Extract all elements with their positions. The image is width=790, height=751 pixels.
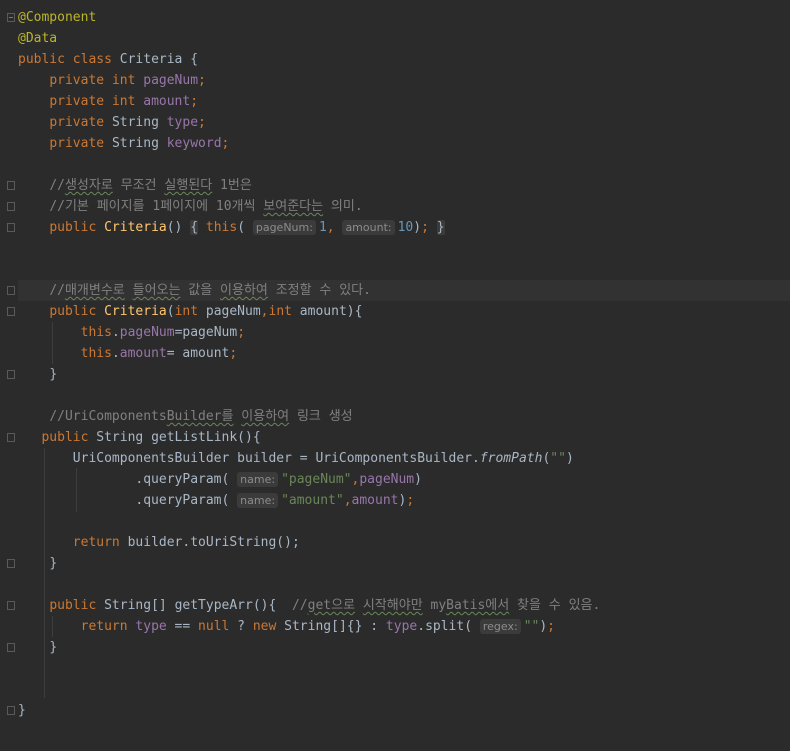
code-editor[interactable]: 💡 @Component @Data public class Criteria… [0,0,790,751]
param-hint: name: [237,493,279,508]
code-line: private int pageNum; [49,73,206,88]
annotation: @Data [18,31,58,46]
fold-marker-icon[interactable] [7,370,15,379]
param-hint: regex: [479,619,521,634]
code-line: public Criteria() { this( pageNum: 1, amo… [49,220,445,235]
code-line: private String type; [49,115,206,130]
code-line: } [49,556,58,571]
class-name: Criteria [119,52,183,67]
param-hint: amount: [342,220,395,235]
field: type [166,115,199,130]
code-line: return type == null ? new String[]{} : t… [80,619,555,634]
keyword: class [72,52,112,67]
code-comment: //기본 페이지를 1페이지에 10개씩 보여준다는 의미. [49,199,363,214]
keyword: private [49,136,105,151]
fold-marker-icon[interactable] [7,13,15,22]
code-line: private String keyword; [49,136,230,151]
code-line: public Criteria(int pageNum,int amount){ [49,304,363,319]
code-line: private int amount; [49,94,199,109]
code-line: return builder.toUriString(); [72,535,300,550]
keyword: private [49,115,105,130]
code-line: UriComponentsBuilder builder = UriCompon… [72,451,574,466]
code-line: @Data [18,28,790,49]
code-line: this.amount= amount; [80,346,238,361]
fold-marker-icon[interactable] [7,307,15,316]
fold-marker-icon[interactable] [7,643,15,652]
fold-marker-icon[interactable] [7,223,15,232]
fold-marker-icon[interactable] [7,181,15,190]
code-comment: //UriComponentsBuilder를 이용하여 링크 생성 [49,409,353,424]
code-line: } [49,640,58,655]
method-name: Criteria [104,220,167,235]
method-name: Criteria [104,304,167,319]
code-line: } [49,367,58,382]
method-name: getListLink [151,430,238,445]
keyword: int [111,94,136,109]
code-line: .queryParam( name: "pageNum",pageNum) [135,472,422,487]
keyword: private [49,94,105,109]
code-line: public String[] getTypeArr(){ //get으로 시작… [49,598,601,613]
fold-marker-icon[interactable] [7,286,15,295]
code-comment: //생성자로 무조건 실행된다 1번은 [49,178,252,193]
fold-marker-icon[interactable] [7,202,15,211]
fold-marker-icon[interactable] [7,601,15,610]
keyword: int [111,73,136,88]
param-hint: pageNum: [252,220,316,235]
code-line: } [18,703,26,718]
fold-marker-icon[interactable] [7,706,15,715]
code-line: .queryParam( name: "amount",amount); [135,493,415,508]
annotation: @Component [18,10,97,25]
keyword: private [49,73,105,88]
code-line: this.pageNum=pageNum; [80,325,246,340]
param-hint: name: [237,472,279,487]
type-name: String [111,136,159,151]
fold-marker-icon[interactable] [7,433,15,442]
code-comment: //매개변수로 들어오는 값을 이용하여 조정할 수 있다. [18,280,790,301]
field: pageNum [143,73,199,88]
method-name: getTypeArr [174,598,253,613]
fold-marker-icon[interactable] [7,559,15,568]
type-name: String [111,115,159,130]
field: keyword [166,136,222,151]
field: amount [143,94,191,109]
code-line: public String getListLink(){ [41,430,261,445]
keyword: public [18,52,65,67]
code-line: @Component [18,7,790,28]
code-line: public class Criteria { [18,52,199,67]
